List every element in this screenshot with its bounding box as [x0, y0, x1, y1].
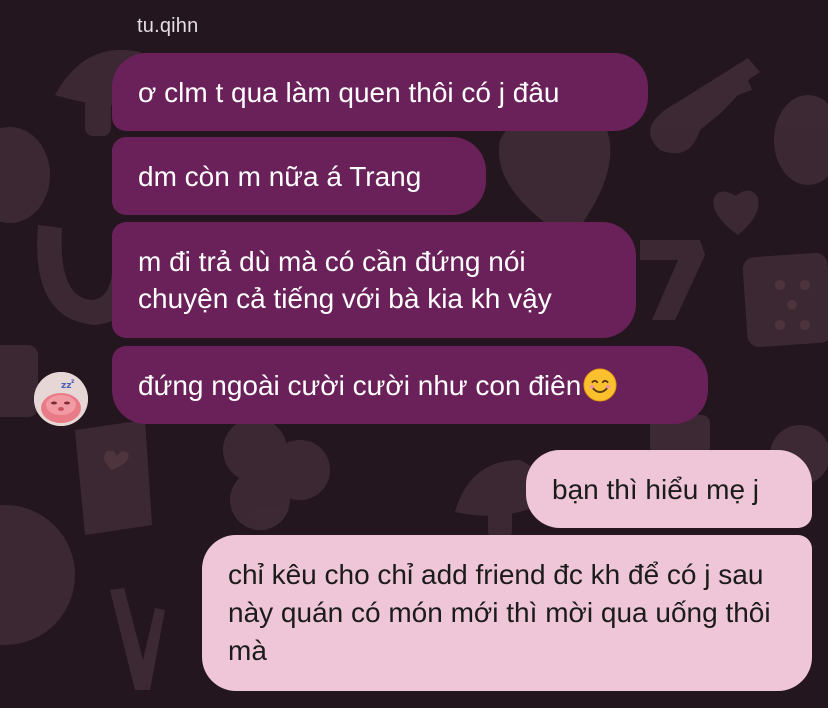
- mushroom-stem-shape: [85, 96, 111, 136]
- svg-text:zz: zz: [61, 381, 71, 391]
- message-bubble-outgoing[interactable]: chỉ kêu cho chỉ add friend đc kh để có j…: [202, 535, 812, 691]
- mushroom-center-stem: [488, 508, 512, 538]
- message-text: ơ clm t qua làm quen thôi có j đâu: [138, 76, 560, 108]
- sleeping-pink-character-avatar-icon: zz z: [34, 372, 88, 426]
- dice-icon: [742, 252, 828, 348]
- sender-avatar[interactable]: zz z: [34, 372, 88, 426]
- svg-text:z: z: [71, 378, 75, 385]
- clover-leaf-c: [230, 470, 290, 530]
- message-text: chỉ kêu cho chỉ add friend đc kh để có j…: [228, 559, 771, 666]
- message-bubble-incoming[interactable]: đứng ngoài cười cười như con điên: [112, 346, 708, 424]
- message-text: đứng ngoài cười cười như con điên: [138, 369, 582, 401]
- message-bubble-incoming[interactable]: ơ clm t qua làm quen thôi có j đâu: [112, 53, 648, 131]
- message-bubble-incoming[interactable]: dm còn m nữa á Trang: [112, 137, 486, 215]
- dice-left-icon: [0, 345, 38, 417]
- message-text: dm còn m nữa á Trang: [138, 160, 422, 192]
- message-bubble-outgoing[interactable]: bạn thì hiểu mẹ j: [526, 450, 812, 528]
- message-text: bạn thì hiểu mẹ j: [552, 473, 760, 505]
- smiling-face-emoji-icon: [583, 368, 617, 402]
- card-icon: [75, 420, 152, 535]
- message-text: m đi trả dù mà có cần đứng nói chuyện cả…: [138, 246, 552, 314]
- sender-username: tu.qihn: [137, 15, 199, 37]
- message-bubble-incoming[interactable]: m đi trả dù mà có cần đứng nói chuyện cả…: [112, 222, 636, 338]
